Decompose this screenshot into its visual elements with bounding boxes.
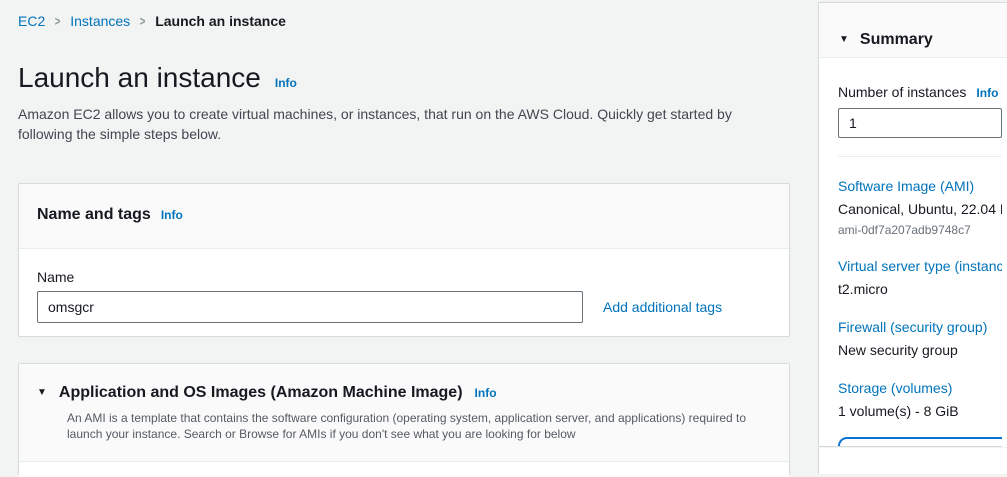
storage-link[interactable]: Storage (volumes) bbox=[838, 379, 1007, 397]
virtual-server-type-link[interactable]: Virtual server type (instance type) bbox=[838, 257, 1007, 275]
summary-bottom-button[interactable] bbox=[838, 437, 1007, 446]
page-title: Launch an instance bbox=[18, 62, 261, 94]
summary-item-instance-type: Virtual server type (instance type) t2.m… bbox=[838, 257, 1007, 298]
page-header: Launch an instance Info Amazon EC2 allow… bbox=[18, 62, 793, 144]
collapse-triangle-icon[interactable]: ▼ bbox=[37, 388, 47, 398]
summary-divider bbox=[838, 156, 1002, 157]
page-title-info-link[interactable]: Info bbox=[275, 76, 297, 90]
name-and-tags-title: Name and tags bbox=[37, 206, 151, 224]
page-description: Amazon EC2 allows you to create virtual … bbox=[18, 104, 776, 144]
add-additional-tags-link[interactable]: Add additional tags bbox=[603, 299, 722, 315]
summary-panel: ▼ Summary Number of instances Info Softw… bbox=[818, 2, 1007, 447]
scrollbar-track[interactable] bbox=[1002, 58, 1007, 447]
name-and-tags-header: Name and tags Info bbox=[19, 184, 789, 249]
ami-card-header: ▼ Application and OS Images (Amazon Mach… bbox=[19, 364, 789, 462]
chevron-right-icon: > bbox=[140, 13, 146, 28]
name-and-tags-card: Name and tags Info Name Add additional t… bbox=[18, 183, 790, 337]
breadcrumb-link-ec2[interactable]: EC2 bbox=[18, 13, 45, 29]
number-of-instances-info-link[interactable]: Info bbox=[976, 86, 998, 100]
ami-card: ▼ Application and OS Images (Amazon Mach… bbox=[18, 363, 790, 475]
software-image-value: Canonical, Ubuntu, 22.04 LTS bbox=[838, 200, 1007, 218]
firewall-value: New security group bbox=[838, 341, 1007, 359]
summary-header: ▼ Summary bbox=[819, 3, 1007, 58]
chevron-right-icon: > bbox=[55, 13, 61, 28]
summary-title: Summary bbox=[860, 31, 933, 49]
name-and-tags-info-link[interactable]: Info bbox=[161, 208, 183, 222]
summary-footer-area bbox=[818, 448, 1007, 474]
firewall-link[interactable]: Firewall (security group) bbox=[838, 318, 1007, 336]
ami-section-title: Application and OS Images (Amazon Machin… bbox=[59, 384, 463, 402]
summary-item-ami: Software Image (AMI) Canonical, Ubuntu, … bbox=[838, 177, 1007, 237]
name-input[interactable] bbox=[37, 291, 583, 323]
summary-collapse-triangle-icon[interactable]: ▼ bbox=[839, 35, 849, 45]
name-and-tags-body: Name Add additional tags bbox=[19, 249, 789, 323]
breadcrumb-current: Launch an instance bbox=[155, 13, 286, 29]
software-image-ami-id: ami-0df7a207adb9748c7 bbox=[838, 223, 1007, 237]
software-image-link[interactable]: Software Image (AMI) bbox=[838, 177, 1007, 195]
ami-card-body bbox=[19, 462, 789, 477]
name-label: Name bbox=[37, 269, 771, 285]
number-of-instances-input[interactable] bbox=[838, 108, 1002, 138]
storage-value: 1 volume(s) - 8 GiB bbox=[838, 402, 1007, 420]
summary-item-firewall: Firewall (security group) New security g… bbox=[838, 318, 1007, 359]
number-of-instances-label: Number of instances bbox=[838, 84, 966, 100]
ami-info-link[interactable]: Info bbox=[475, 386, 497, 400]
summary-item-storage: Storage (volumes) 1 volume(s) - 8 GiB bbox=[838, 379, 1007, 420]
breadcrumb: EC2 > Instances > Launch an instance bbox=[18, 13, 286, 29]
virtual-server-type-value: t2.micro bbox=[838, 280, 1007, 298]
ami-section-description: An AMI is a template that contains the s… bbox=[67, 410, 771, 442]
summary-content: Number of instances Info Software Image … bbox=[819, 58, 1007, 420]
breadcrumb-link-instances[interactable]: Instances bbox=[70, 13, 130, 29]
